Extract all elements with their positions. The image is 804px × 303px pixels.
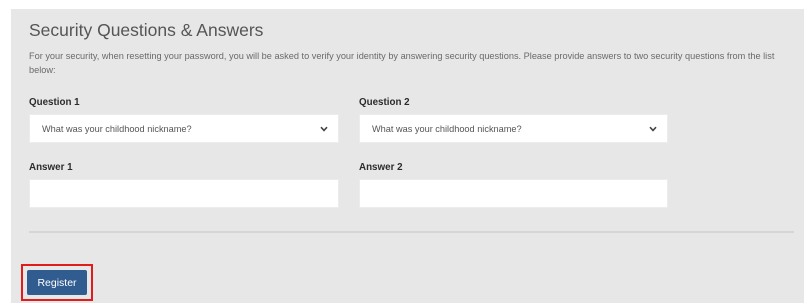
security-questions-panel: Security Questions & Answers For your se… [11, 9, 804, 303]
answer2-input[interactable] [359, 179, 668, 208]
question1-select[interactable]: What was your childhood nickname? [29, 114, 339, 143]
question2-select[interactable]: What was your childhood nickname? [359, 114, 668, 143]
chevron-down-icon [319, 124, 328, 133]
question1-label: Question 1 [29, 97, 80, 108]
intro-text: For your security, when resetting your p… [29, 51, 775, 75]
register-button[interactable]: Register [27, 270, 87, 295]
section-divider [29, 231, 794, 233]
question2-label: Question 2 [359, 97, 410, 108]
answer1-label: Answer 1 [29, 162, 73, 173]
answer1-input[interactable] [29, 179, 339, 208]
section-title: Security Questions & Answers [29, 20, 264, 40]
chevron-down-icon [648, 124, 657, 133]
question1-selected-value: What was your childhood nickname? [42, 123, 192, 134]
question2-selected-value: What was your childhood nickname? [372, 123, 522, 134]
answer2-label: Answer 2 [359, 162, 403, 173]
